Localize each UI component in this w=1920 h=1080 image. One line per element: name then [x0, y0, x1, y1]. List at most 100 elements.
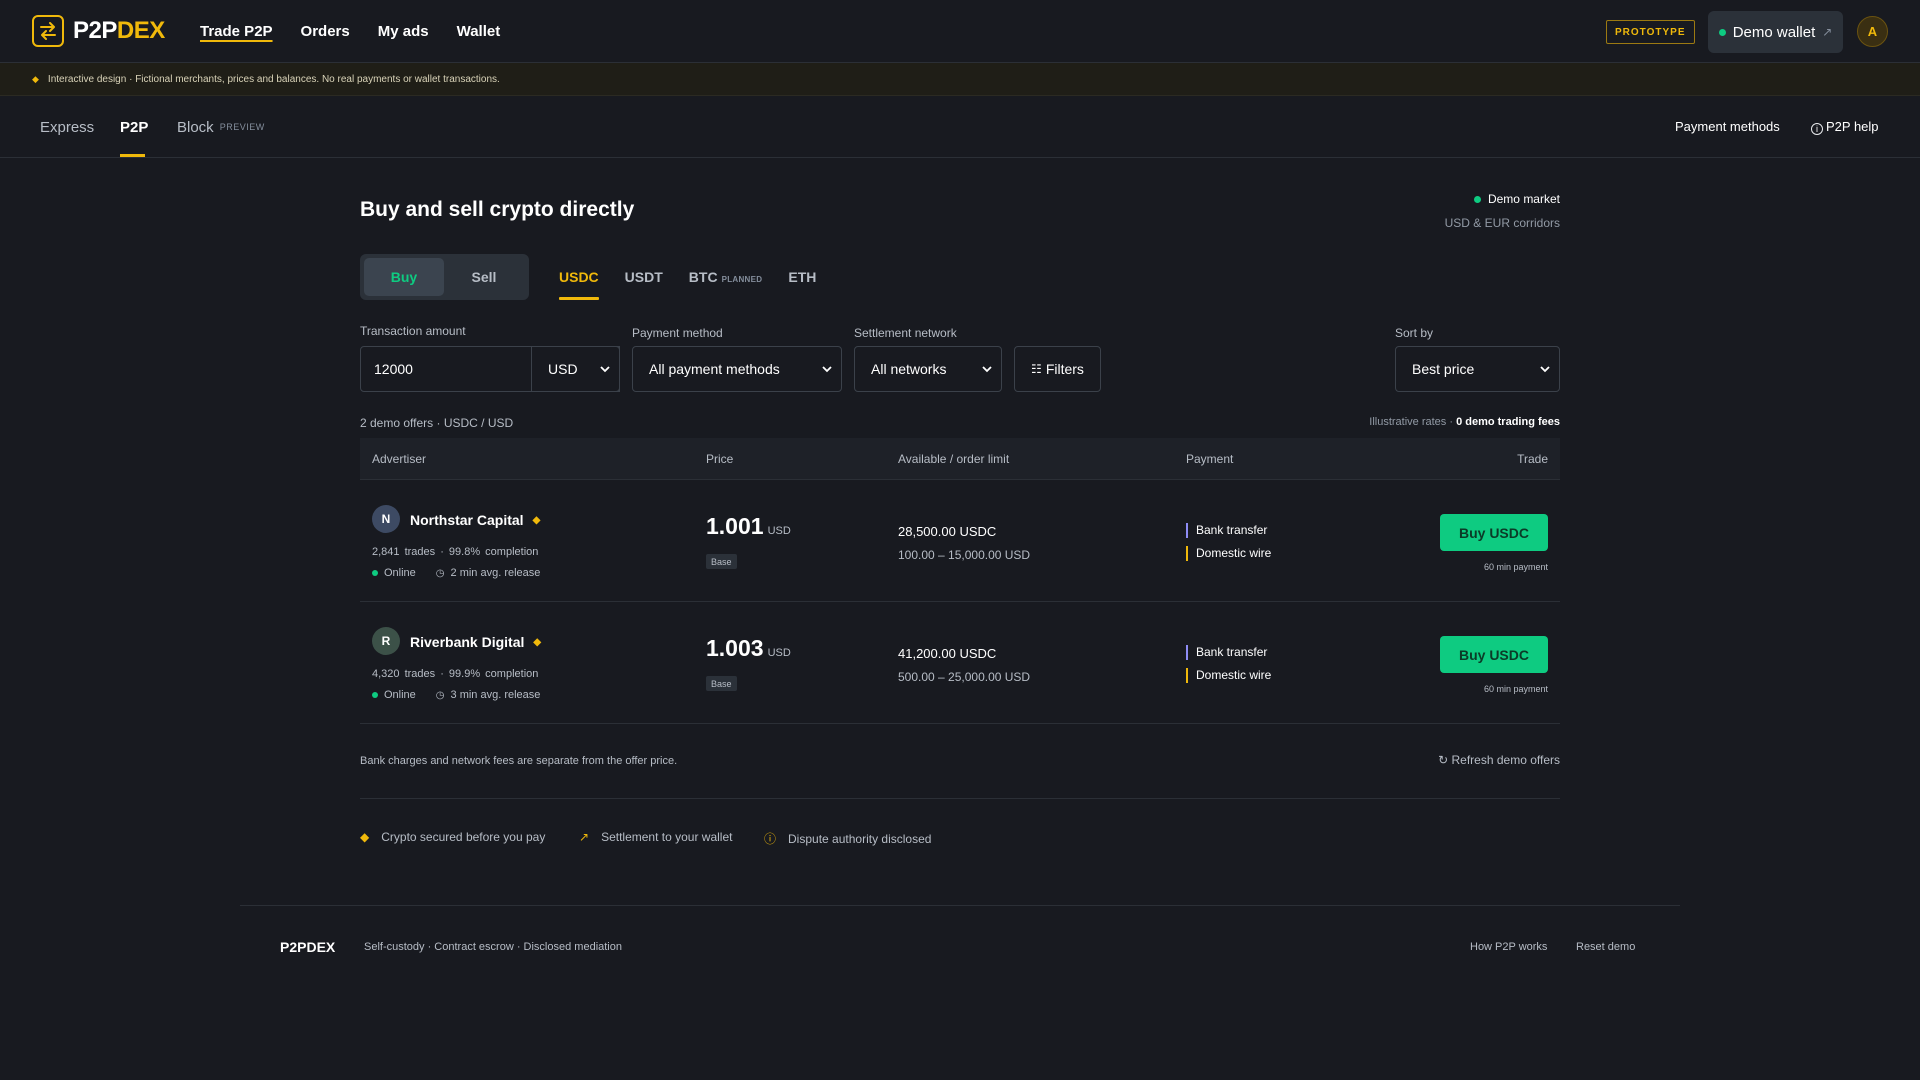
header-available: Available / order limit	[898, 452, 1010, 466]
nav-my-ads[interactable]: My ads	[378, 23, 429, 40]
network-select[interactable]: All networks	[854, 346, 1002, 392]
filters-button[interactable]: ☷ Filters	[1014, 346, 1101, 392]
online-indicator	[372, 692, 378, 698]
price-unit: USD	[767, 525, 791, 537]
refresh-offers-button[interactable]: ↻ Refresh demo offers	[1438, 753, 1560, 767]
online-label: Online	[384, 689, 416, 701]
diamond-icon: ◆	[32, 73, 39, 84]
main-nav: Trade P2P Orders My ads Wallet	[200, 23, 500, 40]
nav-wallet[interactable]: Wallet	[457, 23, 501, 40]
table-row: R Riverbank Digital ◆ 4,320 trades · 99.9…	[360, 602, 1560, 724]
reset-demo-link[interactable]: Reset demo	[1576, 941, 1635, 953]
chevron-down-icon	[600, 366, 610, 373]
user-avatar[interactable]: A	[1857, 16, 1888, 47]
online-indicator	[372, 570, 378, 576]
buy-toggle-button[interactable]: Buy	[364, 258, 444, 296]
order-limit: 100.00 – 15,000.00 USD	[898, 548, 1031, 562]
payment-window: 60 min payment	[1483, 684, 1548, 694]
tab-block-label: Block	[177, 119, 214, 136]
header-payment: Payment	[1186, 452, 1234, 466]
asset-tab-usdt[interactable]: USDT	[625, 269, 663, 285]
order-limit: 500.00 – 25,000.00 USD	[898, 670, 1031, 684]
advertiser-avatar: R	[372, 627, 400, 655]
chevron-down-icon	[822, 366, 832, 373]
advertiser-status: Online ◷ 2 min avg. release	[372, 567, 540, 579]
buy-usdc-button[interactable]: Buy USDC	[1440, 636, 1548, 673]
offers-table-header: Advertiser Price Available / order limit…	[360, 438, 1560, 480]
asset-tab-btc-label: BTC	[688, 269, 718, 285]
info-icon: i	[1811, 123, 1823, 135]
payment-method-bank: Bank transfer	[1186, 645, 1267, 660]
asset-tab-usdc[interactable]: USDC	[559, 269, 599, 300]
advertiser-name[interactable]: Riverbank Digital ◆	[410, 634, 541, 650]
nav-orders[interactable]: Orders	[301, 23, 350, 40]
payment-method-label: Payment method	[632, 326, 723, 340]
table-row: N Northstar Capital ◆ 2,841 trades · 99.8…	[360, 480, 1560, 602]
trust-text: Crypto secured before you pay	[381, 830, 546, 844]
diamond-icon: ◆	[360, 830, 370, 844]
offer-count: 2 demo offers · USDC / USD	[360, 416, 514, 430]
offer-price: 1.003 USD	[706, 635, 791, 662]
trust-text: Settlement to your wallet	[601, 830, 733, 844]
arrow-up-right-icon: ↗	[579, 830, 590, 844]
connected-indicator	[1718, 28, 1726, 36]
logo[interactable]: P2PDEX	[32, 15, 165, 47]
rates-prefix: Illustrative rates ·	[1369, 416, 1457, 428]
fee-note: Bank charges and network fees are separa…	[360, 755, 678, 767]
clock-icon: ◷	[435, 567, 445, 579]
currency-select[interactable]: USD	[531, 346, 620, 392]
release-time: 3 min avg. release	[450, 689, 541, 701]
sort-select[interactable]: Best price	[1395, 346, 1560, 392]
header-trade: Trade	[1517, 452, 1548, 466]
divider	[360, 798, 1560, 799]
market-status: Demo market USD & EUR corridors	[1445, 192, 1560, 230]
available-amount: 28,500.00 USDC	[898, 524, 997, 539]
prototype-badge: PROTOTYPE	[1606, 20, 1695, 44]
payment-method-value: All payment methods	[649, 361, 780, 377]
nav-trade-p2p[interactable]: Trade P2P	[200, 23, 273, 40]
footer-tagline: Self-custody · Contract escrow · Disclos…	[364, 941, 622, 953]
demo-wallet-button[interactable]: Demo wallet ↗	[1708, 11, 1843, 53]
clock-icon: ◷	[435, 689, 445, 701]
trust-item-dispute: ⓘ Dispute authority disclosed	[764, 830, 931, 847]
base-price-tag: Base	[706, 554, 737, 569]
filters-label: Filters	[1045, 361, 1084, 377]
filter-list-icon: ☷	[1031, 362, 1042, 376]
buy-sell-toggle: Buy Sell	[360, 254, 529, 300]
advertiser-stats: 4,320 trades · 99.9% completion	[372, 668, 539, 680]
p2p-help-link[interactable]: i P2P help	[1811, 119, 1879, 135]
tab-express[interactable]: Express	[40, 119, 94, 136]
market-status-label: Demo market	[1487, 192, 1560, 206]
offer-price: 1.001 USD	[706, 513, 791, 540]
payment-method-select[interactable]: All payment methods	[632, 346, 842, 392]
advertiser-name[interactable]: Northstar Capital ◆	[410, 512, 540, 528]
external-link-icon: ↗	[1822, 25, 1833, 39]
asset-tabs: USDC USDT BTC PLANNED ETH	[559, 269, 816, 300]
base-price-tag: Base	[706, 676, 737, 691]
payment-methods-link[interactable]: Payment methods	[1675, 119, 1780, 134]
asset-tab-eth[interactable]: ETH	[788, 269, 816, 285]
trust-item-escrow: ◆ Crypto secured before you pay	[360, 830, 545, 844]
chevron-down-icon	[1540, 366, 1550, 373]
wallet-label: Demo wallet	[1732, 23, 1816, 41]
market-live-indicator	[1473, 195, 1481, 203]
sort-label: Sort by	[1395, 326, 1434, 340]
buy-usdc-button[interactable]: Buy USDC	[1440, 514, 1548, 551]
header-price: Price	[706, 452, 734, 466]
trust-item-settlement: ↗ Settlement to your wallet	[579, 830, 732, 844]
tab-block[interactable]: Block PREVIEW	[177, 119, 265, 136]
advertiser-name-text: Riverbank Digital	[410, 634, 525, 650]
how-p2p-works-link[interactable]: How P2P works	[1470, 941, 1547, 953]
tab-p2p[interactable]: P2P	[120, 119, 148, 136]
p2p-help-label: P2P help	[1826, 119, 1879, 134]
advertiser-stats: 2,841 trades · 99.8% completion	[372, 546, 539, 558]
payment-method-wire: Domestic wire	[1186, 668, 1271, 683]
asset-tab-btc[interactable]: BTC PLANNED	[689, 269, 763, 285]
top-bar: P2PDEX Trade P2P Orders My ads Wallet PR…	[0, 0, 1920, 63]
chevron-down-icon	[982, 366, 992, 373]
payment-method-bank: Bank transfer	[1186, 523, 1267, 538]
release-time: 2 min avg. release	[450, 567, 541, 579]
network-label: Settlement network	[854, 326, 957, 340]
sell-toggle-button[interactable]: Sell	[444, 258, 524, 296]
preview-tag: PREVIEW	[219, 122, 265, 132]
